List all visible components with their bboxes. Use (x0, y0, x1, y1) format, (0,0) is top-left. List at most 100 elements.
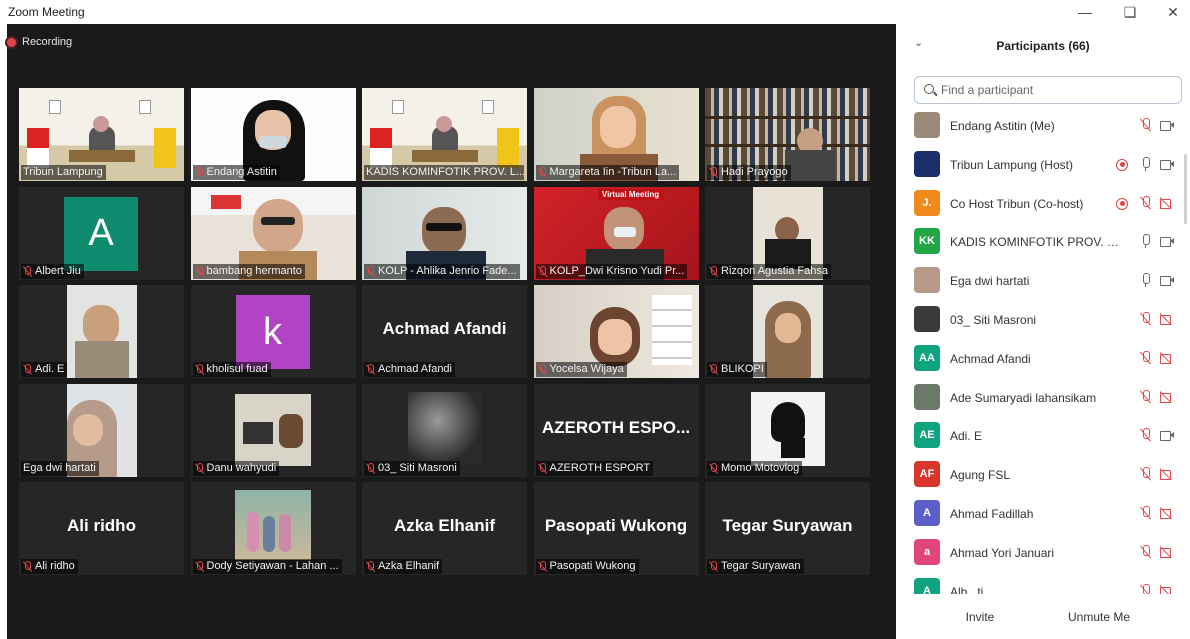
video-tile[interactable]: Hadi Prayogo (705, 88, 870, 181)
video-tile[interactable]: BLIKOPI (705, 285, 870, 378)
participant-row[interactable]: A Alb...ti... (896, 574, 1190, 594)
invite-button[interactable]: Invite (956, 606, 1004, 628)
mic-muted-icon[interactable] (1138, 427, 1154, 443)
participant-row[interactable]: Ega dwi hartati (896, 263, 1190, 301)
participant-name: Yocelsa Wijaya (549, 363, 624, 375)
video-off-icon[interactable] (1159, 583, 1175, 594)
video-icon[interactable] (1159, 117, 1175, 133)
participant-row[interactable]: Ade Sumaryadi lahansikam (896, 380, 1190, 418)
video-frame (781, 437, 805, 458)
video-tile[interactable]: Virtual Meeting KOLP_Dwi Krisno Yudi Pr..… (533, 186, 699, 280)
video-icon[interactable] (1159, 427, 1175, 443)
unmute-me-button[interactable]: Unmute Me (1064, 606, 1134, 628)
mic-muted-icon[interactable] (1138, 117, 1154, 133)
mic-muted-icon[interactable] (1138, 311, 1154, 327)
participant-name: Endang Astitin (Me) (950, 119, 1055, 133)
participant-row[interactable]: AA Achmad Afandi (896, 341, 1190, 379)
mic-muted-icon[interactable] (1138, 505, 1154, 521)
mic-muted-icon (709, 265, 718, 277)
participant-name: Endang Astitin (206, 166, 277, 178)
video-tile[interactable]: 03_ Siti Masroni (362, 383, 527, 477)
video-off-icon[interactable] (1159, 505, 1175, 521)
tile-name-label: kholisul fuad (192, 362, 271, 377)
video-off-icon[interactable] (1159, 466, 1175, 482)
video-tile[interactable]: Ali ridho Ali ridho (19, 482, 184, 575)
video-tile[interactable]: Azka Elhanif Azka Elhanif (362, 482, 527, 575)
video-tile[interactable]: k kholisul fuad (190, 285, 356, 378)
video-tile[interactable]: Danu wahyudi (190, 383, 356, 477)
video-tile[interactable]: bambang hermanto (190, 186, 356, 280)
participant-name: Albert Jiu (35, 264, 81, 277)
participant-row[interactable]: A Ahmad Fadillah (896, 496, 1190, 534)
mic-muted-icon[interactable] (1138, 389, 1154, 405)
participant-row[interactable]: AF Agung FSL (896, 457, 1190, 495)
video-off-icon[interactable] (1159, 389, 1175, 405)
video-frame (771, 401, 805, 442)
tile-name-label: 03_ Siti Masroni (364, 460, 460, 476)
minimize-icon[interactable]: — (1065, 2, 1105, 22)
restore-icon[interactable]: ❏ (1110, 2, 1150, 22)
participant-name: Achmad Afandi (950, 351, 1031, 366)
video-tile[interactable]: Adi. E (19, 285, 184, 378)
participant-avatar: a (914, 538, 940, 565)
scrollbar[interactable] (1184, 154, 1187, 224)
participant-row[interactable]: a Ahmad Yori Januari (896, 535, 1190, 573)
video-frame (599, 106, 636, 148)
participant-avatar: AA (914, 344, 940, 371)
participant-row[interactable]: 03_ Siti Masroni (896, 302, 1190, 340)
mic-muted-icon[interactable] (1138, 544, 1154, 560)
video-tile[interactable]: KADIS KOMINFOTIK PROV. L... (362, 88, 527, 181)
tile-name-label: Yocelsa Wijaya (535, 362, 627, 377)
recording-indicator[interactable]: Recording (7, 36, 72, 48)
participant-avatar: AF (914, 461, 940, 488)
participant-row[interactable]: AE Adi. E (896, 418, 1190, 456)
video-tile[interactable]: Momo Motovlog (705, 383, 870, 477)
video-frame (705, 116, 870, 119)
participant-row[interactable]: Endang Astitin (Me) (896, 108, 1190, 146)
participants-panel: ⌄ Participants (66) Find a participant E… (896, 24, 1190, 639)
video-tile[interactable]: Tribun Lampung (19, 88, 184, 181)
video-tile[interactable]: Endang Astitin (190, 88, 356, 181)
video-off-icon[interactable] (1159, 195, 1175, 211)
participant-name: 03_ Siti Masroni (378, 461, 457, 474)
participant-row[interactable]: J. Co Host Tribun (Co-host) (896, 186, 1190, 224)
mic-icon[interactable] (1138, 233, 1154, 249)
video-icon[interactable] (1159, 233, 1175, 249)
video-tile[interactable]: Achmad Afandi Achmad Afandi (362, 285, 527, 378)
video-frame (262, 516, 275, 552)
participant-name: Adi. E (950, 429, 983, 444)
close-icon[interactable]: ✕ (1153, 2, 1190, 22)
avatar: A (64, 196, 138, 271)
search-placeholder: Find a participant (941, 83, 1034, 97)
video-icon[interactable] (1159, 156, 1175, 172)
mic-muted-icon (366, 462, 375, 474)
video-off-icon[interactable] (1159, 544, 1175, 560)
video-tile[interactable]: Tegar Suryawan Tegar Suryawan (705, 482, 870, 575)
video-tile[interactable]: KOLP - Ahlika Jenrio Fade... (362, 186, 527, 280)
mic-icon[interactable] (1138, 272, 1154, 288)
video-tile[interactable]: Margareta Iin -Tribun La... (533, 88, 699, 181)
mic-muted-icon[interactable] (1138, 195, 1154, 211)
video-frame (651, 295, 692, 365)
search-input[interactable]: Find a participant (914, 76, 1182, 104)
mic-muted-icon (23, 265, 32, 277)
video-tile[interactable]: Dody Setiyawan - Lahan ... (190, 482, 356, 575)
video-icon[interactable] (1159, 272, 1175, 288)
mic-muted-icon[interactable] (1138, 466, 1154, 482)
tile-name-label: Ega dwi hartati (21, 460, 99, 476)
participant-row[interactable]: KK KADIS KOMINFOTIK PROV. LAM... (896, 224, 1190, 262)
participant-row[interactable]: Tribun Lampung (Host) (896, 147, 1190, 185)
mic-muted-icon[interactable] (1138, 350, 1154, 366)
mic-icon[interactable] (1138, 156, 1154, 172)
video-tile[interactable]: Ega dwi hartati (19, 383, 184, 477)
video-tile[interactable]: Yocelsa Wijaya (533, 285, 699, 378)
video-tile[interactable]: Rizqon Agustia Fahsa (705, 186, 870, 280)
display-name: Achmad Afandi (382, 319, 507, 338)
video-tile[interactable]: A Albert Jiu (19, 186, 184, 280)
video-off-icon[interactable] (1159, 311, 1175, 327)
video-tile[interactable]: AZEROTH ESPO... AZEROTH ESPORT (533, 383, 699, 477)
video-off-icon[interactable] (1159, 350, 1175, 366)
video-tile[interactable]: Pasopati Wukong Pasopati Wukong (533, 482, 699, 575)
recording-label: Recording (22, 36, 73, 48)
mic-muted-icon[interactable] (1138, 583, 1154, 594)
